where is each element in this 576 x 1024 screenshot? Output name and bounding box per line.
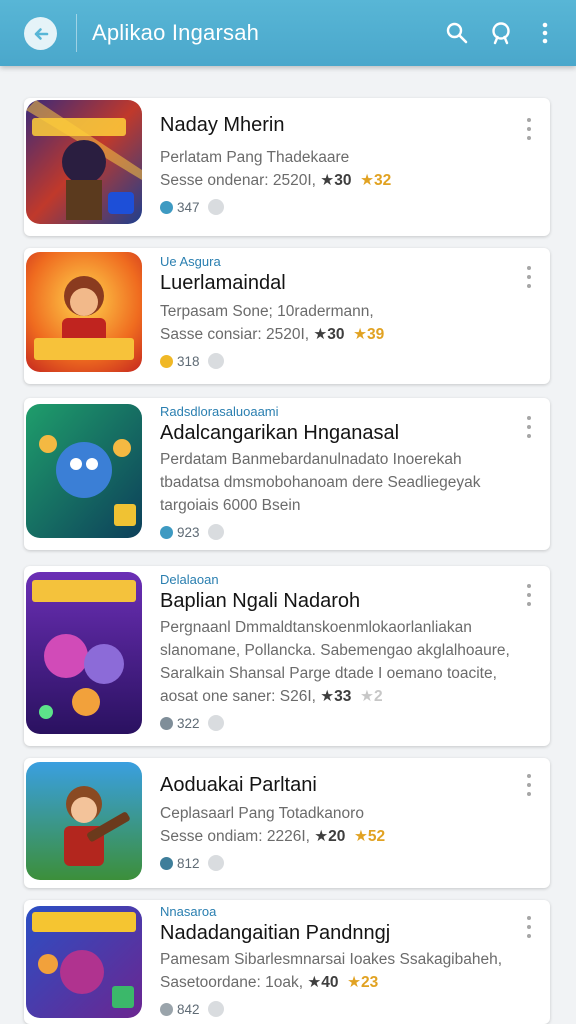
badge: ★39 (353, 326, 385, 343)
app-title-text: Nadadangaitian Pandnngj (160, 922, 391, 944)
meta-text: Sesse ondenar: 2520I, (160, 172, 321, 189)
search-button[interactable] (444, 20, 470, 46)
app-tag: Radsdlorasaluoaami (160, 404, 279, 419)
app-meta: Sasse consiar: 2520I, ★30 ★39 (160, 323, 514, 347)
account-button[interactable] (488, 20, 514, 46)
list-item[interactable]: Naday Mherin Perlatam Pang Thadekaare Se… (24, 98, 550, 236)
item-menu-button[interactable] (520, 584, 538, 606)
item-menu-button[interactable] (520, 774, 538, 796)
rating: ★30 (320, 172, 352, 189)
rating: ★30 (313, 326, 345, 343)
app-title-text: Naday Mherin (160, 114, 285, 136)
list-item[interactable]: Radsdlorasaluoaami Adalcangarikan Hngana… (24, 398, 550, 550)
close-chip-icon[interactable] (207, 524, 224, 540)
item-menu-button[interactable] (520, 416, 538, 438)
app-list: Naday Mherin Perlatam Pang Thadekaare Se… (0, 66, 576, 1024)
app-thumbnail (26, 572, 142, 734)
app-description: Saralkain Shansal Parge dtade I oemano t… (160, 665, 497, 682)
stat-row: 347 (160, 199, 514, 215)
status-dot-icon (160, 200, 173, 214)
status-dot-icon (160, 1002, 173, 1016)
app-description: Pamesam Sibarlesmnarsai Ioakes Ssakagiba… (160, 951, 503, 968)
app-thumbnail (26, 762, 142, 880)
app-thumbnail (26, 404, 142, 538)
app-meta: aosat one saner: S26I, ★33 ★2 (160, 685, 514, 709)
app-tag: Delalaoan (160, 572, 219, 587)
app-tag: Nnasaroa (160, 904, 217, 919)
list-item[interactable]: Aoduakai Parltani Ceplasaarl Pang Totadk… (24, 758, 550, 888)
app-meta: Sasetoordane: 1oak, ★40 ★23 (160, 971, 514, 995)
rating: ★40 (307, 974, 339, 991)
stat-count: 347 (177, 199, 200, 215)
item-menu-button[interactable] (520, 916, 538, 938)
app-title-text: Baplian Ngali Nadaroh (160, 590, 361, 612)
appbar-divider (76, 14, 77, 52)
stat-row: 322 (160, 715, 514, 731)
badge: ★2 (360, 688, 383, 705)
app-title-text: Adalcangarikan Hnganasal (160, 422, 400, 444)
app-title: Aplikao Ingarsah (92, 20, 260, 45)
meta-text: Sesse ondiam: 2226I, (160, 828, 315, 845)
search-icon (446, 22, 468, 44)
app-thumbnail (26, 906, 142, 1018)
app-description: Ceplasaarl Pang Totadkanoro (160, 805, 364, 822)
back-button[interactable] (24, 17, 57, 50)
close-chip-icon[interactable] (207, 715, 224, 731)
app-bar: Aplikao Ingarsah (0, 0, 576, 66)
stat-count: 923 (177, 524, 200, 540)
rating: ★20 (314, 828, 346, 845)
list-item[interactable]: Nnasaroa Nadadangaitian Pandnngj Pamesam… (24, 900, 550, 1024)
app-meta: Sesse ondiam: 2226I, ★20 ★52 (160, 825, 514, 849)
stat-count: 812 (177, 855, 200, 871)
meta-text: Sasse consiar: 2520I, (160, 326, 314, 343)
app-meta: Sesse ondenar: 2520I, ★30 ★32 (160, 169, 514, 193)
item-menu-button[interactable] (520, 266, 538, 288)
arrow-left-icon (34, 27, 48, 40)
badge: ★32 (360, 172, 392, 189)
badge: ★52 (354, 828, 386, 845)
status-dot-icon (160, 354, 173, 368)
app-title-text: Aoduakai Parltani (160, 774, 317, 796)
status-dot-icon (160, 856, 173, 870)
app-title-text: Luerlamaindal (160, 272, 286, 294)
more-vert-icon (542, 22, 548, 44)
stat-row: 812 (160, 855, 514, 871)
app-meta: targoiais 6000 Bsein (160, 494, 514, 518)
app-description: Pergnaanl Dmmaldtanskoenmlokaorlanliakan (160, 619, 472, 636)
meta-text: Sasetoordane: 1oak, (160, 974, 308, 991)
stat-count: 842 (177, 1001, 200, 1017)
stat-row: 923 (160, 524, 514, 540)
more-button[interactable] (532, 20, 558, 46)
app-description: Perlatam Pang Thadekaare (160, 149, 350, 166)
meta-text: aosat one saner: S26I, (160, 688, 321, 705)
app-description: Perdatam Banmebardanulnadato Inoerekah (160, 451, 462, 468)
status-dot-icon (160, 716, 173, 730)
app-description: slanomane, Pollancka. Sabemengao akglalh… (160, 642, 510, 659)
close-chip-icon[interactable] (207, 855, 224, 871)
close-chip-icon[interactable] (207, 1001, 224, 1017)
stat-row: 842 (160, 1001, 514, 1017)
app-thumbnail (26, 100, 142, 224)
app-thumbnail (26, 252, 142, 372)
status-dot-icon (160, 525, 173, 539)
list-item[interactable]: Delalaoan Baplian Ngali Nadaroh Pergnaan… (24, 566, 550, 746)
stat-row: 318 (160, 353, 514, 369)
close-chip-icon[interactable] (207, 199, 224, 215)
app-tag: Ue Asgura (160, 254, 221, 269)
stat-count: 318 (177, 353, 200, 369)
account-icon (492, 22, 510, 45)
app-description: Terpasam Sone; 10radermann, (160, 303, 374, 320)
app-description: tbadatsa dmsmobohanoam dere Seadliegeyak (160, 474, 481, 491)
item-menu-button[interactable] (520, 118, 538, 140)
rating: ★33 (320, 688, 352, 705)
meta-text: targoiais 6000 Bsein (160, 497, 301, 514)
stat-count: 322 (177, 715, 200, 731)
list-item[interactable]: Ue Asgura Luerlamaindal Terpasam Sone; 1… (24, 248, 550, 384)
badge: ★23 (347, 974, 379, 991)
close-chip-icon[interactable] (207, 353, 224, 369)
